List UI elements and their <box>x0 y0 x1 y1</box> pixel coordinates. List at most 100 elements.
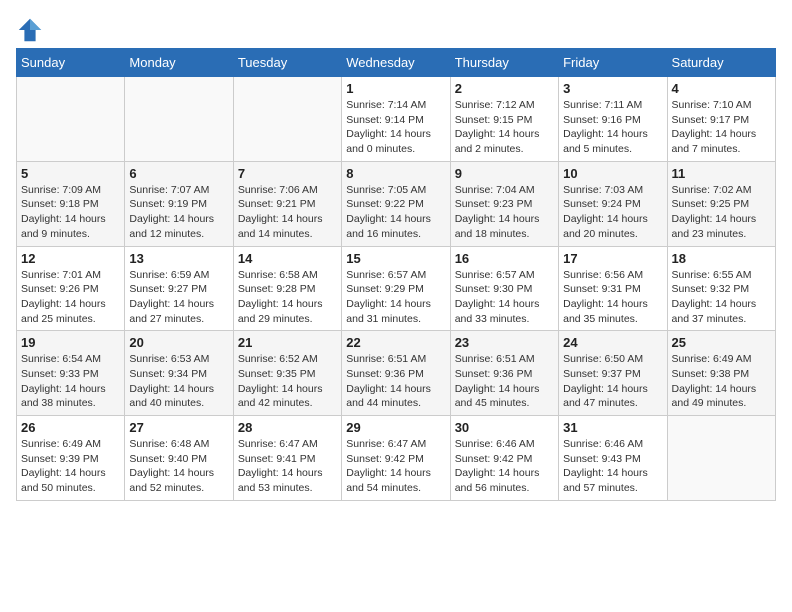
day-info: Sunrise: 6:51 AMSunset: 9:36 PMDaylight:… <box>346 352 445 411</box>
day-number: 11 <box>672 166 771 181</box>
calendar-cell: 14Sunrise: 6:58 AMSunset: 9:28 PMDayligh… <box>233 246 341 331</box>
sunrise-text: Sunrise: 6:50 AM <box>563 352 662 367</box>
sunset-text: Sunset: 9:35 PM <box>238 367 337 382</box>
calendar-cell: 1 Sunrise: 7:14 AMSunset: 9:14 PMDaylight… <box>342 77 450 162</box>
sunrise-text: Sunrise: 6:46 AM <box>455 437 554 452</box>
weekday-header: Friday <box>559 49 667 77</box>
sunset-text: Sunset: 9:31 PM <box>563 282 662 297</box>
calendar-cell: 7Sunrise: 7:06 AMSunset: 9:21 PMDaylight… <box>233 161 341 246</box>
daylight-text: Daylight: 14 hours and 18 minutes. <box>455 212 554 241</box>
day-number: 1 <box>346 81 445 96</box>
sunset-text: Sunset: 9:41 PM <box>238 452 337 467</box>
day-number: 15 <box>346 251 445 266</box>
day-number: 4 <box>672 81 771 96</box>
sunset-text: Sunset: 9:36 PM <box>346 367 445 382</box>
sunset-text: Sunset: 9:17 PM <box>672 113 771 128</box>
day-info: Sunrise: 6:46 AMSunset: 9:42 PMDaylight:… <box>455 437 554 496</box>
sunrise-text: Sunrise: 6:47 AM <box>238 437 337 452</box>
day-number: 3 <box>563 81 662 96</box>
calendar-week-row: 12Sunrise: 7:01 AMSunset: 9:26 PMDayligh… <box>17 246 776 331</box>
calendar-cell: 31Sunrise: 6:46 AMSunset: 9:43 PMDayligh… <box>559 416 667 501</box>
day-number: 17 <box>563 251 662 266</box>
sunrise-text: Sunrise: 7:02 AM <box>672 183 771 198</box>
calendar-week-row: 19Sunrise: 6:54 AMSunset: 9:33 PMDayligh… <box>17 331 776 416</box>
weekday-header: Saturday <box>667 49 775 77</box>
daylight-text: Daylight: 14 hours and 56 minutes. <box>455 466 554 495</box>
calendar-cell: 22Sunrise: 6:51 AMSunset: 9:36 PMDayligh… <box>342 331 450 416</box>
daylight-text: Daylight: 14 hours and 54 minutes. <box>346 466 445 495</box>
day-info: Sunrise: 6:51 AMSunset: 9:36 PMDaylight:… <box>455 352 554 411</box>
calendar-week-row: 26Sunrise: 6:49 AMSunset: 9:39 PMDayligh… <box>17 416 776 501</box>
day-info: Sunrise: 7:14 AMSunset: 9:14 PMDaylight:… <box>346 98 445 157</box>
sunset-text: Sunset: 9:24 PM <box>563 197 662 212</box>
weekday-header-row: SundayMondayTuesdayWednesdayThursdayFrid… <box>17 49 776 77</box>
calendar-cell: 16 Sunrise: 6:57 AMSunset: 9:30 PMDayligh… <box>450 246 558 331</box>
sunset-text: Sunset: 9:27 PM <box>129 282 228 297</box>
daylight-text: Daylight: 14 hours and 44 minutes. <box>346 382 445 411</box>
sunset-text: Sunset: 9:25 PM <box>672 197 771 212</box>
sunset-text: Sunset: 9:16 PM <box>563 113 662 128</box>
sunset-text: Sunset: 9:21 PM <box>238 197 337 212</box>
calendar-cell: 19Sunrise: 6:54 AMSunset: 9:33 PMDayligh… <box>17 331 125 416</box>
weekday-header: Thursday <box>450 49 558 77</box>
weekday-header: Monday <box>125 49 233 77</box>
weekday-header: Sunday <box>17 49 125 77</box>
sunrise-text: Sunrise: 6:58 AM <box>238 268 337 283</box>
calendar-cell: 9Sunrise: 7:04 AMSunset: 9:23 PMDaylight… <box>450 161 558 246</box>
day-number: 18 <box>672 251 771 266</box>
sunrise-text: Sunrise: 6:46 AM <box>563 437 662 452</box>
calendar-cell: 28Sunrise: 6:47 AMSunset: 9:41 PMDayligh… <box>233 416 341 501</box>
day-number: 29 <box>346 420 445 435</box>
day-number: 12 <box>21 251 120 266</box>
daylight-text: Daylight: 14 hours and 31 minutes. <box>346 297 445 326</box>
sunset-text: Sunset: 9:28 PM <box>238 282 337 297</box>
daylight-text: Daylight: 14 hours and 49 minutes. <box>672 382 771 411</box>
daylight-text: Daylight: 14 hours and 16 minutes. <box>346 212 445 241</box>
sunrise-text: Sunrise: 7:12 AM <box>455 98 554 113</box>
daylight-text: Daylight: 14 hours and 53 minutes. <box>238 466 337 495</box>
sunrise-text: Sunrise: 6:59 AM <box>129 268 228 283</box>
calendar-cell: 21Sunrise: 6:52 AMSunset: 9:35 PMDayligh… <box>233 331 341 416</box>
day-number: 31 <box>563 420 662 435</box>
page-header <box>16 16 776 44</box>
calendar-cell: 12Sunrise: 7:01 AMSunset: 9:26 PMDayligh… <box>17 246 125 331</box>
daylight-text: Daylight: 14 hours and 9 minutes. <box>21 212 120 241</box>
day-info: Sunrise: 6:57 AMSunset: 9:30 PMDaylight:… <box>455 268 554 327</box>
sunset-text: Sunset: 9:14 PM <box>346 113 445 128</box>
sunrise-text: Sunrise: 7:09 AM <box>21 183 120 198</box>
daylight-text: Daylight: 14 hours and 45 minutes. <box>455 382 554 411</box>
sunrise-text: Sunrise: 6:57 AM <box>346 268 445 283</box>
calendar-cell: 2Sunrise: 7:12 AMSunset: 9:15 PMDaylight… <box>450 77 558 162</box>
day-number: 16 <box>455 251 554 266</box>
daylight-text: Daylight: 14 hours and 0 minutes. <box>346 127 445 156</box>
calendar-cell: 17Sunrise: 6:56 AMSunset: 9:31 PMDayligh… <box>559 246 667 331</box>
calendar-cell <box>125 77 233 162</box>
sunrise-text: Sunrise: 6:56 AM <box>563 268 662 283</box>
sunrise-text: Sunrise: 6:52 AM <box>238 352 337 367</box>
day-info: Sunrise: 6:47 AMSunset: 9:41 PMDaylight:… <box>238 437 337 496</box>
sunset-text: Sunset: 9:30 PM <box>455 282 554 297</box>
sunrise-text: Sunrise: 6:49 AM <box>672 352 771 367</box>
calendar-cell: 25Sunrise: 6:49 AMSunset: 9:38 PMDayligh… <box>667 331 775 416</box>
daylight-text: Daylight: 14 hours and 57 minutes. <box>563 466 662 495</box>
calendar-cell: 6Sunrise: 7:07 AMSunset: 9:19 PMDaylight… <box>125 161 233 246</box>
daylight-text: Daylight: 14 hours and 27 minutes. <box>129 297 228 326</box>
sunset-text: Sunset: 9:32 PM <box>672 282 771 297</box>
sunrise-text: Sunrise: 7:14 AM <box>346 98 445 113</box>
day-info: Sunrise: 6:54 AMSunset: 9:33 PMDaylight:… <box>21 352 120 411</box>
daylight-text: Daylight: 14 hours and 40 minutes. <box>129 382 228 411</box>
sunrise-text: Sunrise: 6:51 AM <box>346 352 445 367</box>
day-info: Sunrise: 7:09 AMSunset: 9:18 PMDaylight:… <box>21 183 120 242</box>
day-info: Sunrise: 6:47 AMSunset: 9:42 PMDaylight:… <box>346 437 445 496</box>
day-number: 8 <box>346 166 445 181</box>
calendar-cell: 10Sunrise: 7:03 AMSunset: 9:24 PMDayligh… <box>559 161 667 246</box>
day-number: 26 <box>21 420 120 435</box>
sunrise-text: Sunrise: 7:07 AM <box>129 183 228 198</box>
calendar-week-row: 1 Sunrise: 7:14 AMSunset: 9:14 PMDaylight… <box>17 77 776 162</box>
sunrise-text: Sunrise: 6:54 AM <box>21 352 120 367</box>
calendar-cell: 23 Sunrise: 6:51 AMSunset: 9:36 PMDayligh… <box>450 331 558 416</box>
day-number: 27 <box>129 420 228 435</box>
day-number: 23 <box>455 335 554 350</box>
daylight-text: Daylight: 14 hours and 47 minutes. <box>563 382 662 411</box>
calendar-cell: 30Sunrise: 6:46 AMSunset: 9:42 PMDayligh… <box>450 416 558 501</box>
